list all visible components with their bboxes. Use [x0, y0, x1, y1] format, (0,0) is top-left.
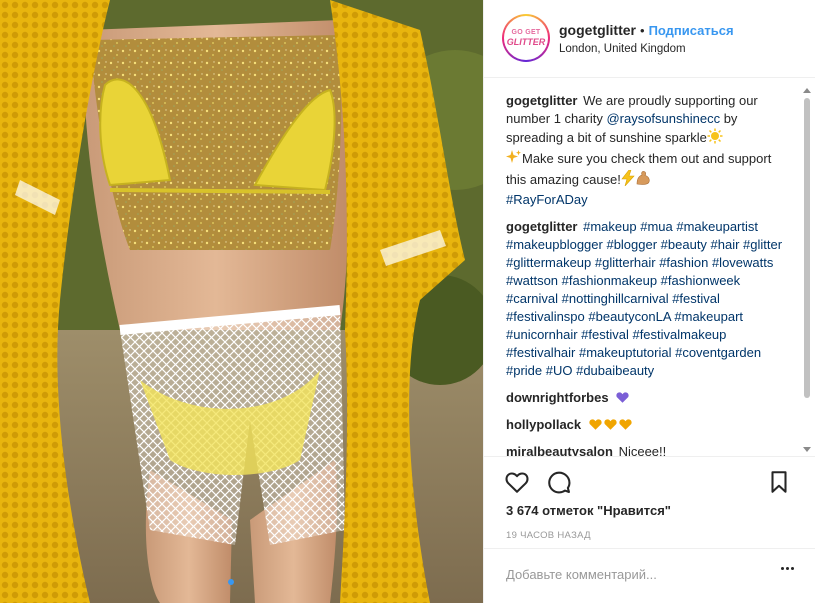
header-line: gogetglitter • Подписаться — [559, 22, 734, 38]
sparkles-emoji-icon — [506, 149, 522, 170]
avatar[interactable]: GO GET GLITTER — [502, 14, 550, 62]
comment-icon[interactable] — [546, 469, 572, 495]
yellow-heart-icon — [619, 419, 632, 430]
comment-username[interactable]: hollypollack — [506, 417, 581, 432]
header-text: gogetglitter • Подписаться London, Unite… — [559, 22, 734, 55]
more-dot — [786, 567, 789, 570]
scroll-down-arrow-icon[interactable] — [803, 447, 811, 452]
bookmark-icon[interactable] — [766, 469, 792, 495]
post-header: GO GET GLITTER gogetglitter • Подписатьс… — [484, 0, 815, 78]
scroll-up-arrow-icon[interactable] — [803, 88, 811, 93]
follow-button[interactable]: Подписаться — [649, 23, 734, 38]
post-side-panel: GO GET GLITTER gogetglitter • Подписатьс… — [483, 0, 815, 603]
caption: gogetglitter We are proudly supporting o… — [506, 92, 786, 209]
action-icons — [504, 469, 572, 495]
comment-item: miralbeautysalon Niceee!! — [506, 443, 786, 456]
yellow-heart-icon — [589, 419, 602, 430]
yellow-heart-icon — [604, 419, 617, 430]
scroll-thumb[interactable] — [804, 98, 810, 398]
add-comment-bar — [484, 548, 815, 603]
lightning-emoji-icon — [621, 169, 635, 191]
comment-item: hollypollack — [506, 416, 786, 434]
post-timestamp[interactable]: 19 ЧАСОВ НАЗАД — [506, 530, 591, 541]
carousel-dots — [228, 579, 234, 585]
post-photo[interactable] — [0, 0, 483, 603]
comments-list[interactable]: gogetglitter We are proudly supporting o… — [484, 78, 815, 456]
flexed-biceps-emoji-icon — [635, 170, 651, 191]
post-username[interactable]: gogetglitter — [559, 22, 636, 38]
hashtags-comment: gogetglitter #makeup #mua #makeupartist … — [506, 218, 786, 380]
comment-username[interactable]: miralbeautysalon — [506, 444, 613, 456]
purple-heart-icon — [616, 392, 629, 403]
post-location[interactable]: London, United Kingdom — [559, 43, 734, 55]
avatar-logo: GO GET GLITTER — [504, 16, 548, 60]
more-dot — [781, 567, 784, 570]
comments-scrollbar[interactable] — [801, 82, 813, 456]
avatar-logo-line2: GLITTER — [506, 37, 546, 47]
sun-emoji-icon — [707, 128, 723, 149]
comment-text: Niceee!! — [618, 444, 667, 456]
mention-link[interactable]: @raysofsunshinecc — [606, 111, 720, 126]
more-dot — [791, 567, 794, 570]
caption-username[interactable]: gogetglitter — [506, 93, 578, 108]
carousel-dot-active — [228, 579, 234, 585]
comment-item: downrightforbes — [506, 389, 786, 407]
comment-input[interactable] — [506, 563, 756, 585]
comment-username[interactable]: downrightforbes — [506, 390, 609, 405]
likes-count[interactable]: 3 674 отметок "Нравится" — [506, 503, 671, 518]
separator-dot: • — [640, 22, 645, 38]
post-actions: 3 674 отметок "Нравится" 19 ЧАСОВ НАЗАД — [484, 456, 815, 548]
heart-icon[interactable] — [504, 469, 530, 495]
more-options-icon[interactable] — [781, 567, 794, 570]
comment-username[interactable]: gogetglitter — [506, 219, 578, 234]
hashtag-link[interactable]: #RayForADay — [506, 192, 588, 207]
hashtags-text[interactable]: #makeup #mua #makeupartist #makeupblogge… — [506, 219, 782, 378]
photo-illustration — [0, 0, 483, 603]
avatar-logo-line1: GO GET — [511, 29, 541, 36]
